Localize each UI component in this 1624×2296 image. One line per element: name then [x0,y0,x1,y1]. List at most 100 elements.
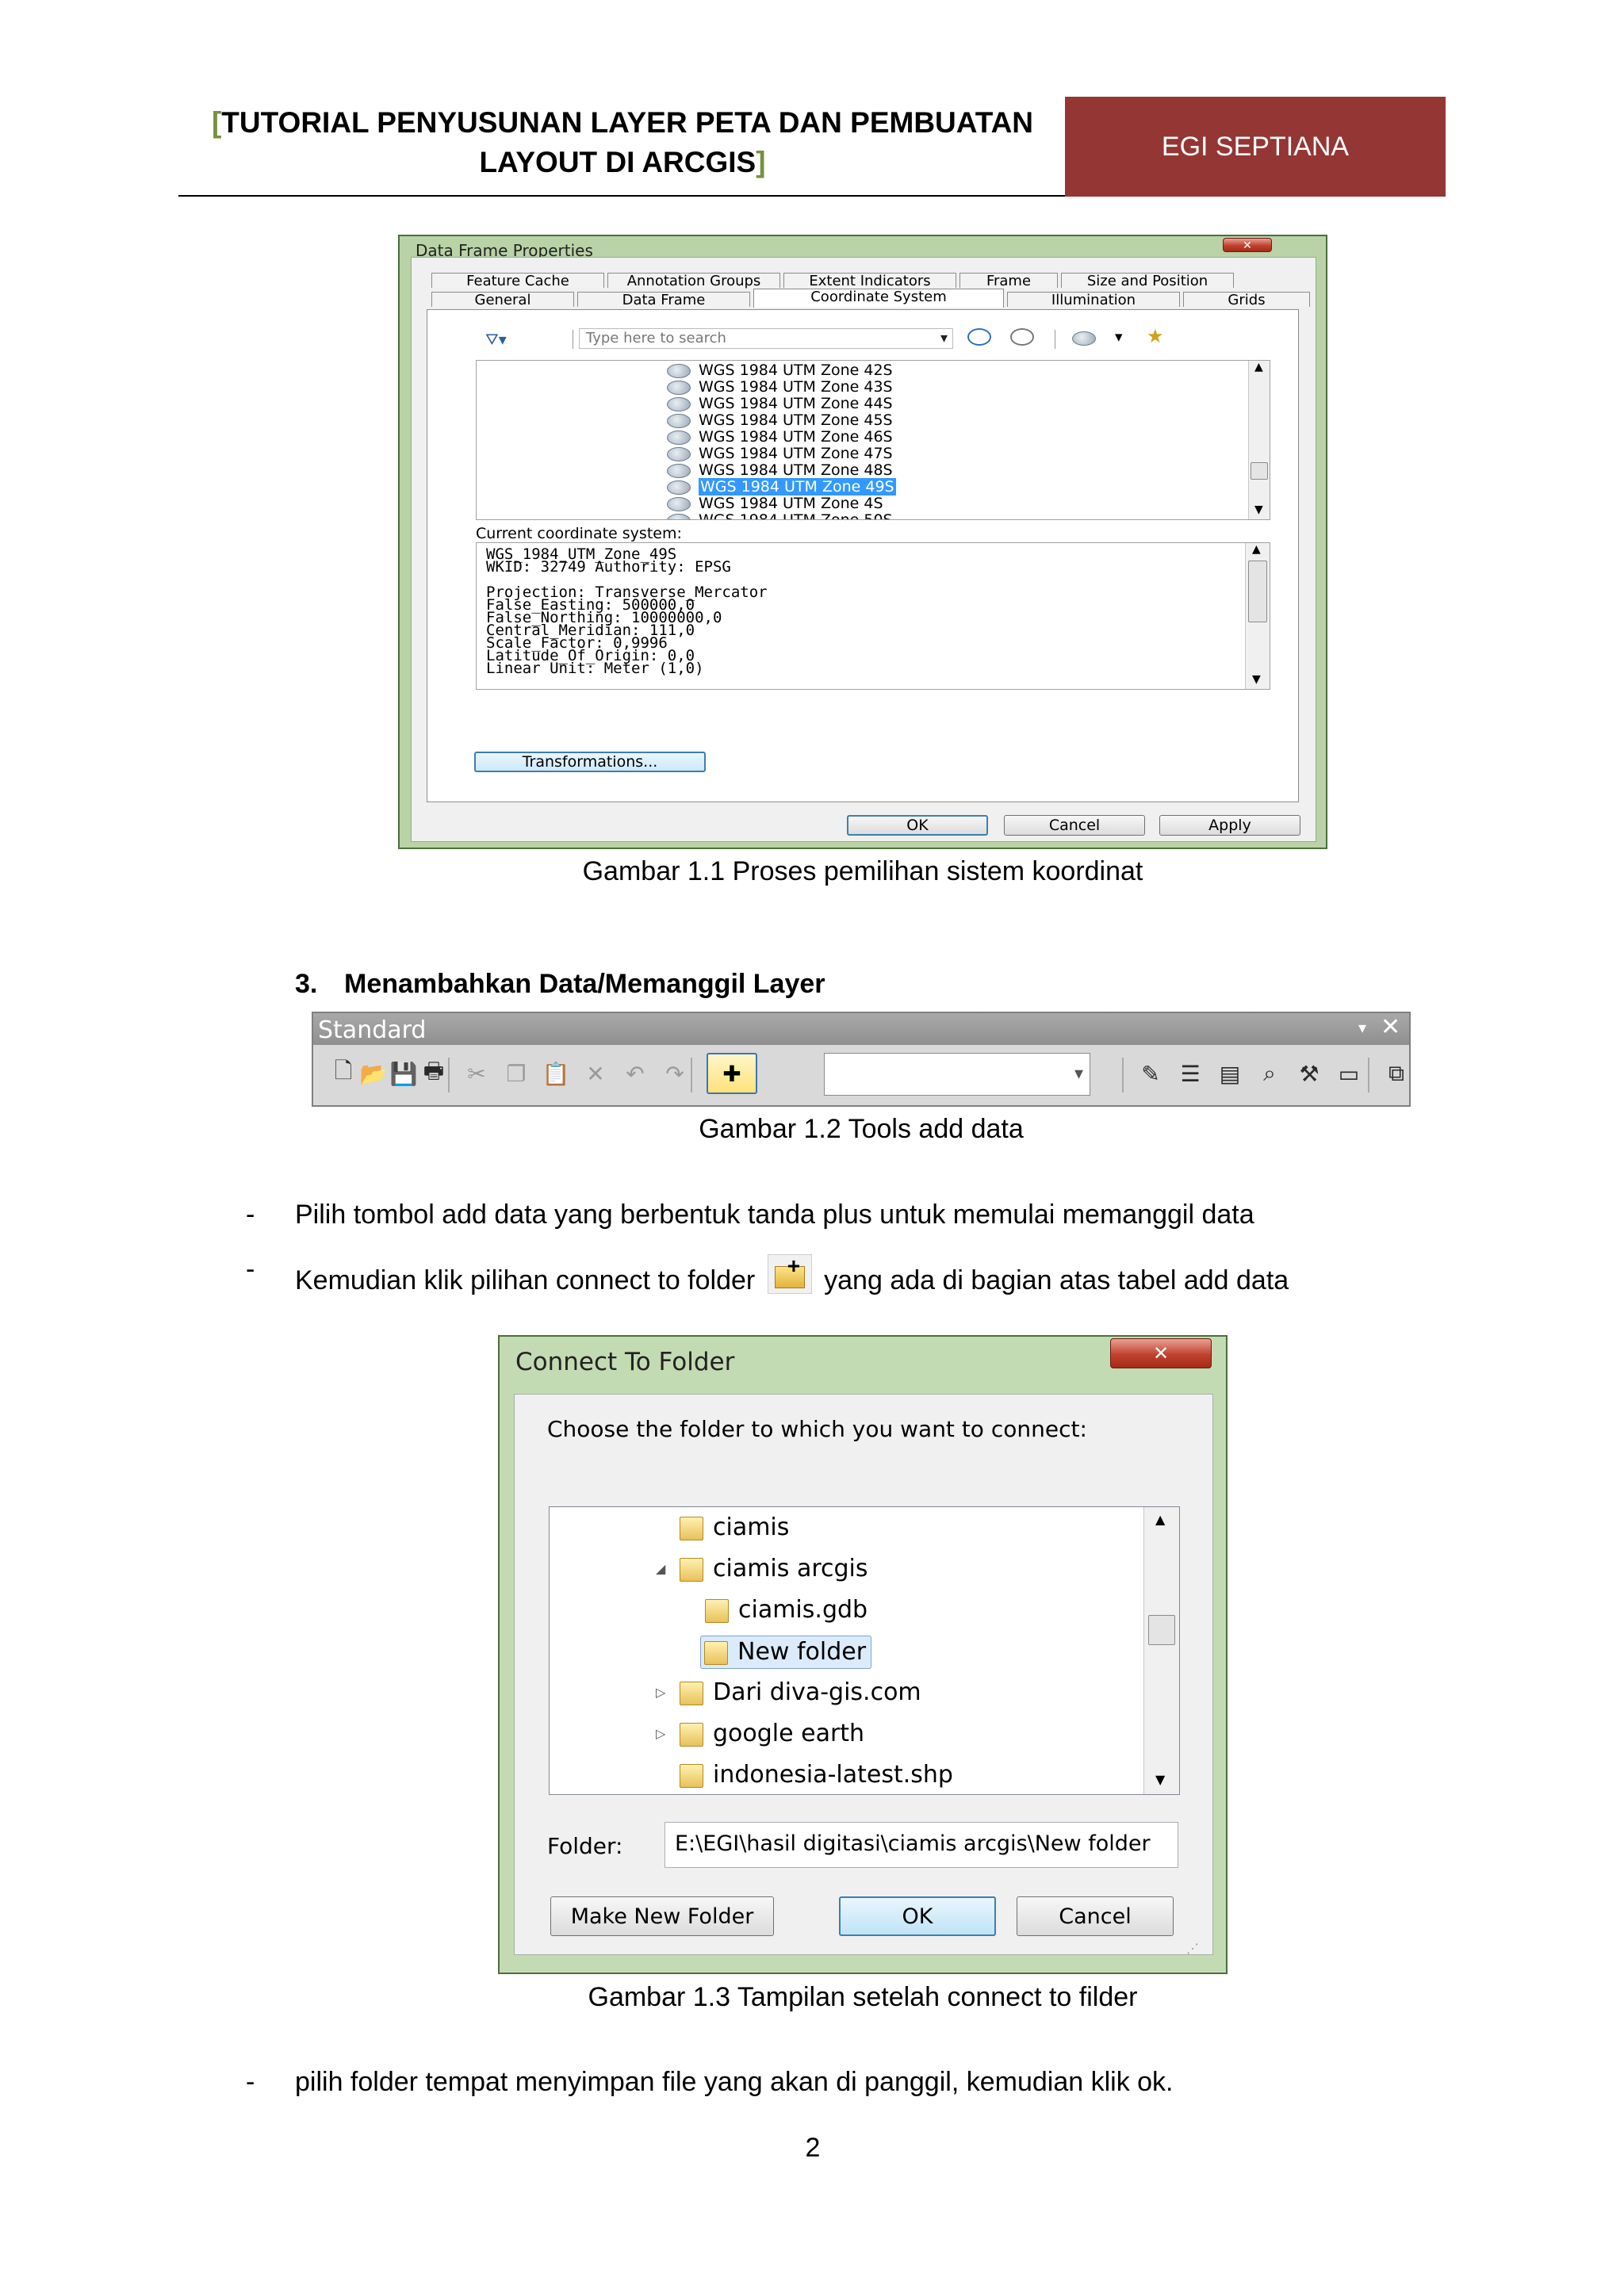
coordinate-list-item[interactable]: WGS 1984 UTM Zone 49S [667,478,896,496]
tab-frame[interactable]: Frame [959,273,1058,289]
coordinate-list-item[interactable]: WGS 1984 UTM Zone 4S [667,496,896,512]
tab-extent-indicators[interactable]: Extent Indicators [783,273,956,289]
resize-grip-icon[interactable]: ⋰ [1186,1941,1199,1957]
globe-icon [667,446,691,461]
paste-icon[interactable]: 📋 [542,1059,570,1088]
standard-toolbar: Standard ▾ ✕ 🗋 📂 💾 🖶 ✂ ❐ 📋 ✕ ↶ ↷ ✚ ✎ ☰ ▤ ⌕ ⚒ ▭ ⧉ ▾ [312,1012,1411,1107]
scroll-down-icon[interactable]: ▼ [1155,1772,1165,1787]
chevron-down-icon[interactable]: ▾ [1074,1063,1083,1084]
ok-button[interactable]: OK [839,1896,996,1936]
table-of-contents-icon[interactable]: ☰ [1176,1059,1205,1088]
coordinate-system-list[interactable]: WGS 1984 UTM Zone 42S WGS 1984 UTM Zone 4… [476,360,1270,520]
coordinate-list-item[interactable]: WGS 1984 UTM Zone 47S [667,446,896,462]
editor-toolbar-icon[interactable]: ✎ [1136,1059,1165,1088]
scale-combobox[interactable]: ▾ [824,1053,1090,1096]
tab-grids[interactable]: Grids [1183,292,1310,308]
add-favorite-icon[interactable]: ★ [1147,325,1164,348]
folder-tree-item[interactable]: New folder [700,1636,872,1669]
tab-illumination[interactable]: Illumination [1007,292,1180,308]
tree-scroll-thumb[interactable] [1148,1615,1175,1645]
scroll-up-icon[interactable]: ▲ [1252,543,1261,556]
toolbar-titlebar: Standard ▾ ✕ [313,1013,1409,1045]
tab-coordinate-system[interactable]: Coordinate System [753,289,1004,308]
scroll-down-icon[interactable]: ▼ [1254,503,1263,516]
folder-icon [680,1516,703,1540]
bullet-text-2a: Kemudian klik pilihan connect to folder [295,1265,756,1295]
folder-tree[interactable]: ciamis ◢ ciamis arcgis ciamis.gdb New folder… [549,1506,1180,1795]
chevron-down-icon[interactable]: ▾ [1115,328,1123,346]
close-icon[interactable]: ✕ [1223,238,1272,252]
toolbar-menu-chevron-icon[interactable]: ▾ [1358,1018,1366,1038]
folder-tree-label: Dari diva-gis.com [713,1678,921,1706]
tab-size-and-position[interactable]: Size and Position [1061,273,1234,289]
cut-icon[interactable]: ✂ [462,1059,491,1088]
list-scroll-thumb[interactable] [1251,462,1268,480]
collapse-arrow-icon[interactable]: ◢ [656,1561,665,1577]
make-new-folder-button[interactable]: Make New Folder [550,1896,774,1936]
coordinate-list-item[interactable]: WGS 1984 UTM Zone 48S [667,462,896,479]
coordinate-list-item[interactable]: WGS 1984 UTM Zone 46S [667,429,896,446]
tab-data-frame[interactable]: Data Frame [577,292,750,308]
save-icon[interactable]: 💾 [389,1059,418,1088]
tree-scrollbar[interactable]: ▲ ▼ [1143,1507,1179,1794]
search-window-icon[interactable]: ⌕ [1255,1059,1284,1088]
search-input[interactable]: Type here to search ▾ [579,328,953,349]
close-icon[interactable]: ✕ [1110,1338,1212,1368]
expand-arrow-icon[interactable]: ▷ [656,1685,665,1701]
globe-icon [667,513,691,519]
section-heading: 3. Menambahkan Data/Memanggil Layer [295,969,825,1000]
clear-search-icon[interactable] [1010,328,1034,346]
coordinate-list-item[interactable]: WGS 1984 UTM Zone 50S [667,512,896,519]
folder-tree-label: google earth [713,1720,865,1747]
folder-tree-item[interactable]: indonesia-latest.shp [680,1759,953,1791]
list-scrollbar[interactable]: ▲ ▼ [1248,361,1270,519]
folder-icon [680,1722,703,1747]
transformations-button[interactable]: Transformations... [474,752,706,772]
cancel-button[interactable]: Cancel [1017,1896,1174,1936]
ok-button[interactable]: OK [847,815,988,836]
coordinate-list-item[interactable]: WGS 1984 UTM Zone 44S [667,396,896,412]
model-builder-icon[interactable]: ⧉ [1382,1059,1411,1088]
current-coordinate-box: WGS_1984_UTM_Zone_49S WKID: 32749 Authori… [476,542,1270,690]
arctoolbox-icon[interactable]: ⚒ [1295,1059,1323,1088]
folder-tree-item[interactable]: ciamis [680,1512,789,1544]
coordinate-detail-line: WKID: 32749 Authority: EPSG [486,558,731,576]
close-icon[interactable]: ✕ [1381,1013,1400,1041]
new-document-icon[interactable]: 🗋 [329,1058,358,1088]
coordinate-list-item[interactable]: WGS 1984 UTM Zone 43S [667,379,896,396]
folder-path-input[interactable]: E:\EGI\hasil digitasi\ciamis arcgis\New … [665,1822,1178,1868]
folder-tree-item[interactable]: ciamis.gdb [705,1594,868,1626]
open-folder-icon[interactable]: 📂 [359,1059,388,1088]
delete-icon[interactable]: ✕ [581,1059,610,1088]
folder-tree-item[interactable]: google earth [680,1718,864,1750]
copy-icon[interactable]: ❐ [502,1059,530,1088]
details-scroll-thumb[interactable] [1248,561,1267,622]
header-rule [178,195,1065,197]
search-placeholder: Type here to search [586,330,726,346]
scroll-down-icon[interactable]: ▼ [1252,673,1261,686]
tab-annotation-groups[interactable]: Annotation Groups [607,273,780,289]
folder-tree-item[interactable]: Dari diva-gis.com [680,1677,921,1709]
catalog-icon[interactable]: ▤ [1216,1059,1244,1088]
coordinate-list-item[interactable]: WGS 1984 UTM Zone 42S [667,362,896,379]
search-icon[interactable] [967,328,991,346]
chevron-down-icon[interactable]: ▾ [940,329,948,348]
tab-feature-cache[interactable]: Feature Cache [431,273,604,289]
details-scrollbar[interactable]: ▲ ▼ [1245,543,1270,689]
cancel-button[interactable]: Cancel [1004,815,1145,836]
scroll-up-icon[interactable]: ▲ [1254,361,1263,373]
expand-arrow-icon[interactable]: ▷ [656,1726,665,1742]
undo-icon[interactable]: ↶ [621,1059,649,1088]
filter-icon[interactable]: ⛛▾ [485,330,507,349]
python-window-icon[interactable]: ▭ [1335,1059,1363,1088]
section-title: Menambahkan Data/Memanggil Layer [344,969,825,999]
coordinate-list-item[interactable]: WGS 1984 UTM Zone 45S [667,412,896,429]
print-icon[interactable]: 🖶 [419,1058,448,1088]
redo-icon[interactable]: ↷ [661,1059,689,1088]
apply-button[interactable]: Apply [1159,815,1300,836]
add-data-icon[interactable]: ✚ [707,1053,757,1094]
tab-general[interactable]: General [431,292,574,308]
globe-icon[interactable] [1072,331,1096,346]
folder-tree-item[interactable]: ciamis arcgis [680,1553,868,1585]
scroll-up-icon[interactable]: ▲ [1155,1512,1165,1527]
